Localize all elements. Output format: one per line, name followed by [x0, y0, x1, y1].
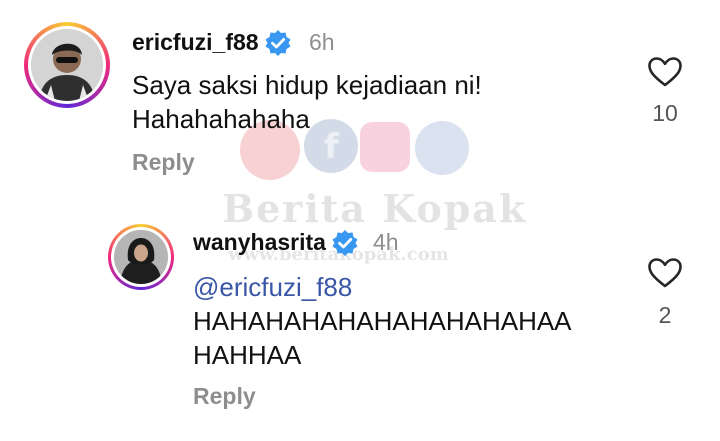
reply-mention-link[interactable]: @ericfuzi_f88	[193, 272, 352, 303]
reply-reply-button[interactable]: Reply	[193, 383, 256, 410]
verified-badge-icon	[265, 30, 291, 56]
reply-text-line-2: HAHHAA	[193, 340, 302, 370]
avatar-ring[interactable]	[24, 22, 110, 108]
heart-outline-icon[interactable]	[648, 258, 682, 288]
watermark-title: Berita Kopak	[222, 186, 528, 231]
comment-text-line-2: Hahahahahaha	[132, 104, 310, 134]
avatar[interactable]	[31, 29, 103, 101]
comment-time: 6h	[309, 29, 335, 55]
avatar-ring[interactable]	[108, 224, 174, 290]
verified-badge-icon	[332, 230, 358, 256]
comment-username[interactable]: ericfuzi_f88	[132, 29, 259, 56]
comment-text-line-1: Saya saksi hidup kejadiaan ni!	[132, 70, 482, 100]
reply-username[interactable]: wanyhasrita	[193, 229, 326, 256]
comment-like-count: 10	[652, 100, 678, 126]
reply-time: 4h	[373, 229, 399, 255]
heart-outline-icon[interactable]	[648, 57, 682, 87]
svg-text:f: f	[324, 127, 340, 167]
comment-reply-button[interactable]: Reply	[132, 149, 195, 176]
reply-text-line-1: HAHAHAHAHAHAHAHAHAHAA	[193, 306, 572, 336]
reply-like-count: 2	[658, 302, 672, 328]
avatar[interactable]	[114, 230, 168, 284]
